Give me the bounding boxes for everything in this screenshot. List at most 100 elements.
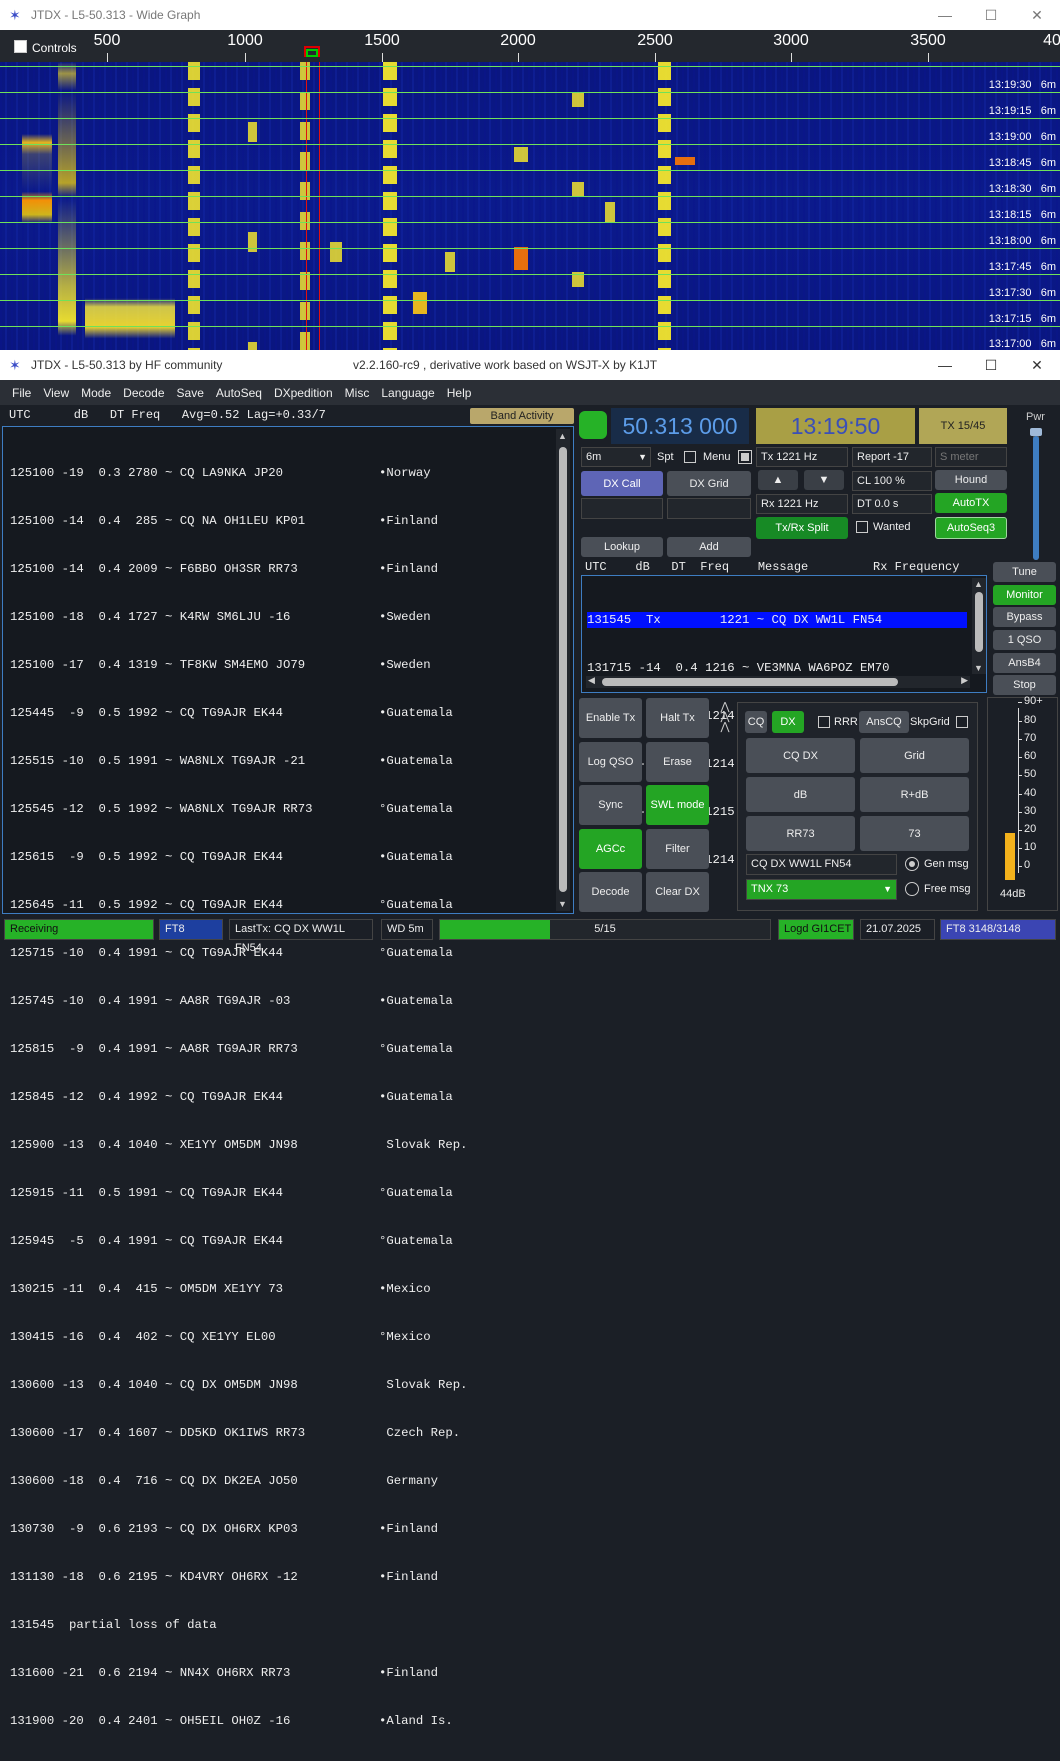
decode-line[interactable]: 125100 -14 0.4 285 ~ CQ NA OH1LEU KP01 •… — [10, 513, 468, 529]
hound-button[interactable]: Hound — [935, 470, 1007, 490]
decode-line[interactable]: 130600 -18 0.4 716 ~ CQ DX DK2EA JO50 Ge… — [10, 1473, 468, 1489]
decode-line[interactable]: 131545 partial loss of data — [10, 1617, 468, 1633]
close-button[interactable]: ✕ — [1014, 350, 1060, 380]
gen-msg-radio[interactable] — [905, 857, 919, 871]
menu-autoseq[interactable]: AutoSeq — [216, 386, 262, 400]
decode-line[interactable]: 125815 -9 0.4 1991 ~ AA8R TG9AJR RR73 °G… — [10, 1041, 468, 1057]
minimize-button[interactable]: — — [922, 0, 968, 30]
scroll-up-icon[interactable]: ▲ — [558, 431, 567, 441]
menu-file[interactable]: File — [12, 386, 31, 400]
decode-line[interactable]: 131600 -21 0.6 2194 ~ NN4X OH6RX RR73 •F… — [10, 1665, 468, 1681]
band-activity-button[interactable]: Band Activity — [470, 408, 574, 424]
swl-mode-button[interactable]: SWL mode — [646, 785, 709, 825]
tx-grid-button[interactable]: Grid — [860, 738, 969, 773]
erase-button[interactable]: Erase — [646, 742, 709, 782]
free-msg-select[interactable]: TNX 73 ▼ — [746, 879, 897, 900]
qso-scrollbar-vertical[interactable]: ▲ ▼ — [972, 578, 986, 674]
band-activity-scrollbar[interactable]: ▲ ▼ — [556, 429, 570, 911]
up-arrow-button[interactable]: ▲ — [758, 470, 798, 490]
add-button[interactable]: Add — [667, 537, 751, 557]
scroll-down-icon[interactable]: ▼ — [558, 899, 567, 909]
decode-line[interactable]: 125845 -12 0.4 1992 ~ CQ TG9AJR EK44 •Gu… — [10, 1089, 468, 1105]
decode-line[interactable]: 125515 -10 0.5 1991 ~ WA8NLX TG9AJR -21 … — [10, 753, 468, 769]
dx-call-input[interactable] — [581, 498, 663, 519]
menu-checkbox[interactable] — [738, 450, 752, 464]
scroll-up-icon[interactable]: ▲ — [974, 579, 983, 589]
ansb4-button[interactable]: AnsB4 — [993, 653, 1056, 673]
tx-frequency-spinbox[interactable]: Tx 1221 Hz — [756, 447, 848, 467]
waterfall-display[interactable]: 13:19:30 6m 13:19:15 6m 13:19:00 6m 13:1… — [0, 62, 1060, 350]
decode-line[interactable]: 125915 -11 0.5 1991 ~ CQ TG9AJR EK44 °Gu… — [10, 1185, 468, 1201]
band-activity-panel[interactable]: 125100 -19 0.3 2780 ~ CQ LA9NKA JP20 •No… — [2, 426, 574, 1728]
monitor-button[interactable]: Monitor — [993, 585, 1056, 605]
dx-call-button[interactable]: DX Call — [581, 471, 663, 496]
free-msg-radio[interactable] — [905, 882, 919, 896]
decode-line[interactable]: 125100 -19 0.3 2780 ~ CQ LA9NKA JP20 •No… — [10, 465, 468, 481]
anscq-button[interactable]: AnsCQ — [859, 711, 909, 733]
decode-line[interactable]: 125445 -9 0.5 1992 ~ CQ TG9AJR EK44 •Gua… — [10, 705, 468, 721]
menu-help[interactable]: Help — [447, 386, 472, 400]
band-select[interactable]: 6m ▼ — [581, 447, 651, 467]
wanted-checkbox[interactable] — [856, 521, 868, 533]
qso-scrollbar-horizontal[interactable]: ◀ ▶ — [586, 675, 970, 688]
decode-line[interactable]: 125645 -11 0.5 1992 ~ CQ TG9AJR EK44 °Gu… — [10, 897, 468, 913]
rrr-checkbox[interactable] — [818, 716, 830, 728]
dx-button[interactable]: DX — [772, 711, 804, 733]
decode-line[interactable]: 131900 -20 0.4 2401 ~ OH5EIL OH0Z -16 •A… — [10, 1713, 468, 1729]
maximize-button[interactable]: ☐ — [968, 0, 1014, 30]
decode-line[interactable]: 125615 -9 0.5 1992 ~ CQ TG9AJR EK44 •Gua… — [10, 849, 468, 865]
agcc-button[interactable]: AGCc — [579, 829, 642, 869]
cl-spinbox[interactable]: CL 100 % — [852, 471, 932, 491]
decode-line[interactable]: 130730 -9 0.6 2193 ~ CQ DX OH6RX KP03 •F… — [10, 1521, 468, 1537]
frequency-scale[interactable]: Controls 500 1000 1500 2000 2500 3000 35… — [0, 30, 1060, 62]
tx-cq-dx-button[interactable]: CQ DX — [746, 738, 855, 773]
decode-line[interactable]: 125545 -12 0.5 1992 ~ WA8NLX TG9AJR RR73… — [10, 801, 468, 817]
gen-msg-input[interactable]: CQ DX WW1L FN54 — [746, 854, 897, 875]
halt-tx-button[interactable]: Halt Tx — [646, 698, 709, 738]
decode-line[interactable]: 131130 -18 0.6 2195 ~ KD4VRY OH6RX -12 •… — [10, 1569, 468, 1585]
menu-dxpedition[interactable]: DXpedition — [274, 386, 333, 400]
menu-decode[interactable]: Decode — [123, 386, 164, 400]
sync-button[interactable]: Sync — [579, 785, 642, 825]
tx-sequence-arrows-icon[interactable]: ⋀ ⋀ ⋀ — [716, 702, 734, 742]
log-qso-button[interactable]: Log QSO — [579, 742, 642, 782]
tx-db-button[interactable]: dB — [746, 777, 855, 812]
report-spinbox[interactable]: Report -17 — [852, 447, 932, 467]
decode-line[interactable]: 125745 -10 0.4 1991 ~ AA8R TG9AJR -03 •G… — [10, 993, 468, 1009]
decode-line[interactable]: 125900 -13 0.4 1040 ~ XE1YY OM5DM JN98 S… — [10, 1137, 468, 1153]
dt-spinbox[interactable]: DT 0.0 s — [852, 494, 932, 514]
decode-button[interactable]: Decode — [579, 872, 642, 912]
menu-save[interactable]: Save — [177, 386, 204, 400]
menu-mode[interactable]: Mode — [81, 386, 111, 400]
decode-line[interactable]: 130600 -17 0.4 1607 ~ DD5KD OK1IWS RR73 … — [10, 1425, 468, 1441]
one-qso-button[interactable]: 1 QSO — [993, 630, 1056, 650]
stop-button[interactable]: Stop — [993, 675, 1056, 695]
tune-button[interactable]: Tune — [993, 562, 1056, 582]
clear-dx-button[interactable]: Clear DX — [646, 872, 709, 912]
minimize-button[interactable]: — — [922, 350, 968, 380]
tx-rx-split-button[interactable]: Tx/Rx Split — [756, 517, 848, 539]
scroll-left-icon[interactable]: ◀ — [588, 675, 595, 686]
tx-r-db-button[interactable]: R+dB — [860, 777, 969, 812]
decode-line[interactable]: 125945 -5 0.4 1991 ~ CQ TG9AJR EK44 °Gua… — [10, 1233, 468, 1249]
autoseq3-button[interactable]: AutoSeq3 — [935, 517, 1007, 539]
qso-row[interactable]: 131715 -14 0.4 1216 ~ VE3MNA WA6POZ EM70 — [587, 660, 967, 676]
decode-line[interactable]: 125100 -17 0.4 1319 ~ TF8KW SM4EMO JO79 … — [10, 657, 468, 673]
autotx-button[interactable]: AutoTX — [935, 493, 1007, 513]
qso-panel[interactable]: 131545 Tx 1221 ~ CQ DX WW1L FN54 131715 … — [581, 575, 987, 867]
decode-line[interactable]: 130415 -16 0.4 402 ~ CQ XE1YY EL00 °Mexi… — [10, 1329, 468, 1345]
tx-rr73-button[interactable]: RR73 — [746, 816, 855, 851]
menu-misc[interactable]: Misc — [345, 386, 370, 400]
frequency-display[interactable]: 50.313 000 — [611, 408, 749, 444]
decode-line[interactable]: 130600 -13 0.4 1040 ~ CQ DX OM5DM JN98 S… — [10, 1377, 468, 1393]
tx-frequency-marker[interactable] — [306, 49, 318, 57]
scroll-right-icon[interactable]: ▶ — [961, 675, 968, 686]
menu-view[interactable]: View — [43, 386, 69, 400]
menu-language[interactable]: Language — [381, 386, 434, 400]
enable-tx-button[interactable]: Enable Tx — [579, 698, 642, 738]
filter-button[interactable]: Filter — [646, 829, 709, 869]
decode-line[interactable]: 130215 -11 0.4 415 ~ OM5DM XE1YY 73 •Mex… — [10, 1281, 468, 1297]
dx-grid-button[interactable]: DX Grid — [667, 471, 751, 496]
close-button[interactable]: ✕ — [1014, 0, 1060, 30]
tx-73-button[interactable]: 73 — [860, 816, 969, 851]
